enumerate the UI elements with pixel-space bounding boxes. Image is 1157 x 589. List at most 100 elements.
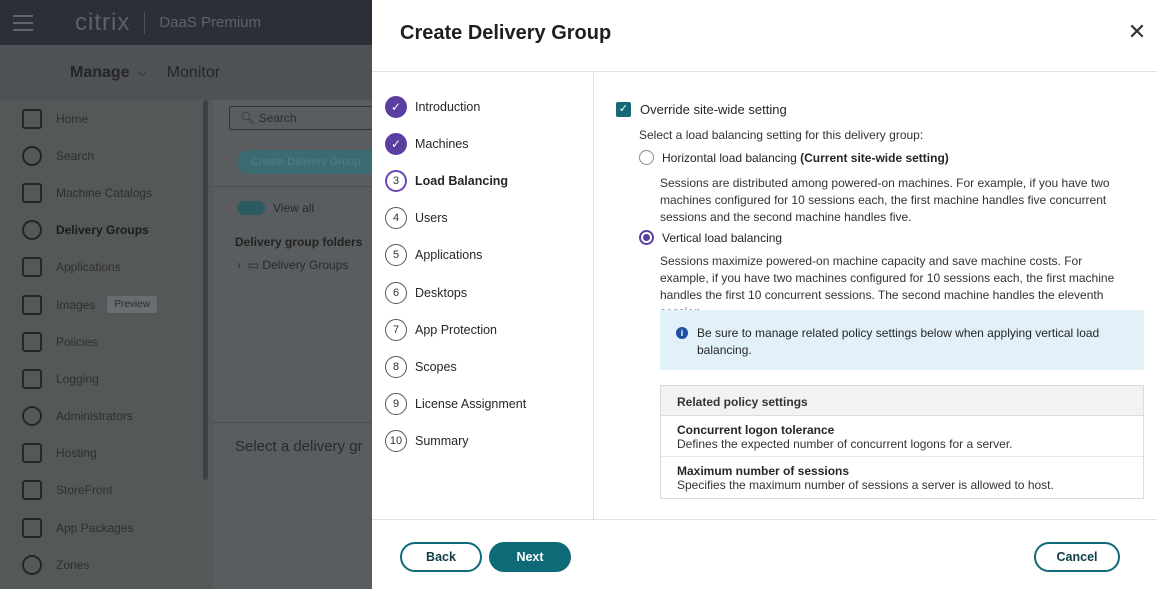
override-checkbox[interactable]: ✓ [616, 102, 631, 117]
nav-item-storefront[interactable]: StoreFront [0, 472, 213, 509]
step-number: 6 [385, 282, 407, 304]
step-summary[interactable]: 10 Summary [385, 429, 468, 453]
vertical-radio[interactable] [639, 230, 654, 245]
horizontal-radio[interactable] [639, 150, 654, 165]
current-setting-note: (Current site-wide setting) [800, 150, 949, 165]
next-button[interactable]: Next [489, 542, 571, 572]
table-row: Concurrent logon tolerance Defines the e… [661, 416, 1143, 457]
home-icon [22, 108, 42, 129]
machine-catalogs-icon [22, 182, 42, 203]
check-icon: ✓ [385, 96, 407, 118]
vertical-label: Vertical load balancing [662, 230, 783, 245]
override-checkbox-row[interactable]: ✓ Override site-wide setting [616, 102, 787, 117]
step-machines[interactable]: ✓ Machines [385, 132, 469, 156]
nav-item-images[interactable]: Images Preview [0, 286, 213, 323]
info-icon: i [676, 327, 688, 339]
check-icon: ✓ [385, 133, 407, 155]
step-number: 5 [385, 244, 407, 266]
step-number: 9 [385, 393, 407, 415]
close-icon[interactable]: ✕ [1127, 21, 1147, 43]
monitor-tab[interactable]: Monitor [167, 64, 220, 82]
nav-label: StoreFront [56, 483, 113, 498]
divider [213, 186, 372, 187]
top-bar: citrix DaaS Premium [0, 0, 372, 45]
view-all-label: View all [273, 201, 315, 215]
modal-header: Create Delivery Group ✕ [372, 0, 1157, 72]
policy-name: Maximum number of sessions [677, 464, 850, 478]
step-app-protection[interactable]: 7 App Protection [385, 318, 497, 342]
nav-item-machine-catalogs[interactable]: Machine Catalogs [0, 174, 213, 211]
horizontal-description: Sessions are distributed among powered-o… [660, 176, 1110, 224]
nav-label: Logging [56, 371, 99, 386]
logging-icon [22, 368, 42, 389]
nav-item-search[interactable]: Search [0, 137, 213, 174]
storefront-icon [22, 480, 42, 501]
policies-icon [22, 331, 42, 352]
step-label: App Protection [415, 323, 497, 337]
step-introduction[interactable]: ✓ Introduction [385, 95, 480, 119]
nav-label: Images [56, 297, 96, 312]
left-nav: Home Search Machine Catalogs Delivery Gr… [0, 100, 213, 589]
manage-bar: Manage ⌵ Monitor [0, 45, 372, 100]
step-label: Desktops [415, 286, 468, 300]
select-prompt: Select a delivery gr [235, 438, 363, 455]
nav-label: Search [56, 148, 95, 163]
nav-label: Home [56, 111, 89, 126]
table-row: Maximum number of sessions Specifies the… [661, 457, 1143, 498]
view-all-toggle[interactable] [237, 201, 265, 215]
vertical-radio-row[interactable]: Vertical load balancing [639, 230, 782, 245]
step-license-assignment[interactable]: 9 License Assignment [385, 392, 526, 416]
nav-item-logging[interactable]: Logging [0, 360, 213, 397]
nav-item-hosting[interactable]: Hosting [0, 435, 213, 472]
info-banner: i Be sure to manage related policy setti… [660, 310, 1144, 370]
modal-footer: Back Next Cancel [372, 519, 1157, 589]
nav-scrollbar[interactable] [203, 100, 208, 480]
chevron-right-icon: › ▭ [237, 258, 263, 272]
step-applications[interactable]: 5 Applications [385, 243, 482, 267]
policy-desc: Defines the expected number of concurren… [677, 437, 1013, 451]
select-setting-label: Select a load balancing setting for this… [639, 128, 924, 142]
administrators-icon [22, 406, 42, 427]
step-load-balancing[interactable]: 3 Load Balancing [385, 169, 508, 193]
step-label: Users [415, 211, 448, 225]
horizontal-radio-row[interactable]: Horizontal load balancing (Current site-… [639, 150, 949, 165]
step-label: License Assignment [415, 397, 527, 411]
nav-item-delivery-groups[interactable]: Delivery Groups [0, 212, 213, 249]
images-icon [22, 294, 42, 315]
nav-label: Zones [56, 557, 90, 572]
hamburger-menu-icon[interactable] [0, 0, 45, 45]
nav-item-zones[interactable]: Zones [0, 546, 213, 583]
search-icon: 🔍︎ [240, 111, 259, 125]
create-delivery-group-button[interactable]: Create Delivery Group [237, 150, 387, 174]
nav-item-app-packages[interactable]: App Packages [0, 509, 213, 546]
cancel-button[interactable]: Cancel [1034, 542, 1120, 572]
search-placeholder: Search [258, 111, 297, 125]
back-button[interactable]: Back [400, 542, 482, 572]
nav-label: App Packages [56, 520, 134, 535]
background-app: citrix DaaS Premium Manage ⌵ Monitor Hom… [0, 0, 387, 589]
step-number: 3 [385, 170, 407, 192]
load-balancing-content: ✓ Override site-wide setting Select a lo… [594, 72, 1157, 519]
step-users[interactable]: 4 Users [385, 206, 448, 230]
manage-tab[interactable]: Manage [70, 64, 130, 82]
step-scopes[interactable]: 8 Scopes [385, 355, 457, 379]
zones-icon [22, 554, 42, 575]
step-number: 10 [385, 430, 407, 452]
bg-search-input[interactable]: 🔍︎ Search [229, 106, 379, 130]
folder-item[interactable]: › ▭ Delivery Groups [237, 258, 348, 272]
nav-label: Applications [56, 260, 121, 275]
brand-divider [144, 11, 146, 34]
policy-desc: Specifies the maximum number of sessions… [677, 478, 1054, 492]
nav-item-home[interactable]: Home [0, 100, 213, 137]
nav-item-applications[interactable]: Applications [0, 249, 213, 286]
wizard-steps: ✓ Introduction ✓ Machines 3 Load Balancing … [372, 72, 594, 519]
step-label: Load Balancing [415, 174, 509, 188]
step-desktops[interactable]: 6 Desktops [385, 281, 467, 305]
policy-name: Concurrent logon tolerance [677, 423, 835, 437]
product-name: DaaS Premium [159, 14, 262, 31]
chevron-down-icon[interactable]: ⌵ [138, 65, 147, 80]
step-label: Machines [415, 137, 469, 151]
nav-item-policies[interactable]: Policies [0, 323, 213, 360]
app-packages-icon [22, 517, 42, 538]
nav-item-administrators[interactable]: Administrators [0, 398, 213, 435]
